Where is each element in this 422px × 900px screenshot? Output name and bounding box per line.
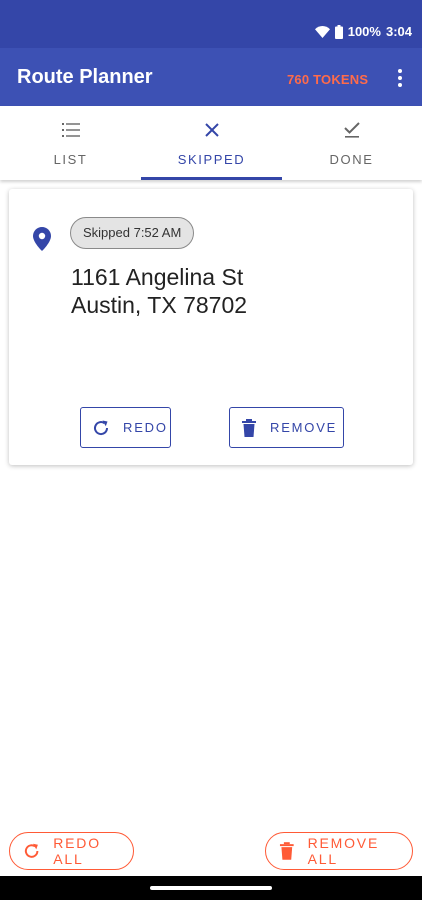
tab-skipped-label: SKIPPED <box>177 152 246 167</box>
tab-done-label: DONE <box>329 152 374 167</box>
trash-icon <box>242 418 256 437</box>
redo-all-button[interactable]: REDO ALL <box>9 832 134 870</box>
tab-list[interactable]: LIST <box>0 106 141 180</box>
clock: 3:04 <box>385 24 412 39</box>
stop-address: 1161 Angelina St Austin, TX 78702 <box>71 263 247 319</box>
battery-icon <box>334 24 343 39</box>
location-pin-icon <box>33 227 51 251</box>
more-vert-icon[interactable] <box>390 66 410 90</box>
remove-label: REMOVE <box>270 420 338 435</box>
redo-icon <box>24 843 39 858</box>
navigation-bar <box>0 876 422 900</box>
redo-button[interactable]: REDO <box>80 407 171 448</box>
status-indicators: 100% 3:04 <box>314 24 412 39</box>
tab-skipped[interactable]: SKIPPED <box>141 106 282 180</box>
address-line-1: 1161 Angelina St <box>71 264 244 290</box>
battery-percent: 100% <box>347 24 381 39</box>
check-icon <box>343 122 360 138</box>
redo-icon <box>94 420 109 435</box>
redo-all-label: REDO ALL <box>53 835 101 867</box>
remove-all-label: REMOVE ALL <box>307 835 380 867</box>
address-line-2: Austin, TX 78702 <box>71 292 248 318</box>
close-icon <box>204 123 219 137</box>
tab-done[interactable]: DONE <box>281 106 422 180</box>
tokens-counter[interactable]: 760 TOKENS <box>287 72 368 87</box>
app-title: Route Planner <box>17 66 153 88</box>
active-tab-indicator <box>141 177 282 180</box>
remove-button[interactable]: REMOVE <box>229 407 344 448</box>
home-gesture-handle[interactable] <box>150 886 272 890</box>
status-bar: 100% 3:04 <box>0 0 422 48</box>
skipped-stop-card[interactable]: Skipped 7:52 AM 1161 Angelina St Austin,… <box>9 189 413 465</box>
list-icon <box>61 123 80 137</box>
tab-bar: LIST SKIPPED DONE <box>0 106 422 180</box>
wifi-icon <box>314 25 330 38</box>
trash-icon <box>279 842 294 860</box>
remove-all-button[interactable]: REMOVE ALL <box>265 832 413 870</box>
skipped-time-badge: Skipped 7:52 AM <box>70 217 195 249</box>
tab-list-label: LIST <box>53 152 88 167</box>
app-bar: Route Planner 760 TOKENS <box>0 48 422 106</box>
redo-label: REDO <box>123 420 168 435</box>
